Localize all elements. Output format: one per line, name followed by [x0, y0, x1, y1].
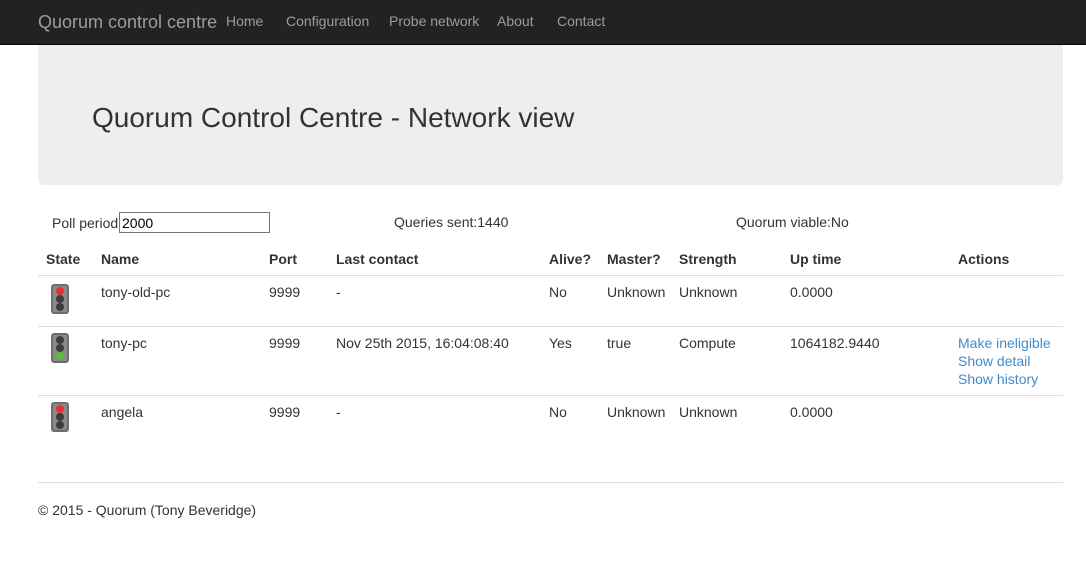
header-state: State — [46, 251, 81, 267]
row-master: Unknown — [607, 284, 666, 300]
row-divider — [38, 395, 1063, 396]
row-last-contact: - — [336, 404, 341, 420]
jumbotron: Quorum Control Centre - Network view — [38, 45, 1063, 185]
header-actions: Actions — [958, 251, 1010, 267]
header-up-time: Up time — [790, 251, 842, 267]
poll-period-input[interactable] — [119, 212, 270, 233]
quorum-viable: Quorum viable:No — [736, 214, 849, 230]
row-divider — [38, 326, 1063, 327]
row-name: angela — [101, 404, 144, 420]
row-strength: Unknown — [679, 284, 738, 300]
row-name: tony-pc — [101, 335, 147, 351]
show-history-link[interactable]: Show history — [958, 371, 1038, 387]
header-alive: Alive? — [549, 251, 592, 267]
header-master: Master? — [607, 251, 661, 267]
row-uptime: 1064182.9440 — [790, 335, 880, 351]
header-strength: Strength — [679, 251, 737, 267]
brand-link[interactable]: Quorum control centre — [38, 12, 217, 32]
row-last-contact: - — [336, 284, 341, 300]
traffic-light-icon — [51, 402, 69, 432]
footer-text: © 2015 - Quorum (Tony Beveridge) — [38, 502, 257, 518]
header-port: Port — [269, 251, 297, 267]
row-port: 9999 — [269, 284, 301, 300]
header-last-contact: Last contact — [336, 251, 419, 267]
nav-about[interactable]: About — [497, 13, 534, 29]
page-title: Quorum Control Centre - Network view — [92, 102, 575, 133]
nav-probe-network[interactable]: Probe network — [389, 13, 479, 29]
row-port: 9999 — [269, 335, 301, 351]
show-detail-link[interactable]: Show detail — [958, 353, 1030, 369]
make-ineligible-link[interactable]: Make ineligible — [958, 335, 1051, 351]
header-name: Name — [101, 251, 140, 267]
row-master: Unknown — [607, 404, 666, 420]
footer-divider — [38, 482, 1063, 483]
row-alive: No — [549, 404, 567, 420]
row-uptime: 0.0000 — [790, 284, 833, 300]
nav-configuration[interactable]: Configuration — [286, 13, 369, 29]
traffic-light-icon — [51, 284, 69, 314]
row-port: 9999 — [269, 404, 301, 420]
header-divider — [38, 275, 1063, 276]
nav-contact[interactable]: Contact — [557, 13, 605, 29]
traffic-light-icon — [51, 333, 69, 363]
row-name: tony-old-pc — [101, 284, 171, 300]
row-alive: Yes — [549, 335, 572, 351]
row-uptime: 0.0000 — [790, 404, 833, 420]
poll-period-label: Poll period: — [52, 215, 123, 231]
row-strength: Compute — [679, 335, 736, 351]
row-last-contact: Nov 25th 2015, 16:04:08:40 — [336, 335, 509, 351]
navbar: Quorum control centre Home Configuration… — [0, 0, 1086, 45]
row-alive: No — [549, 284, 567, 300]
row-master: true — [607, 335, 632, 351]
nav-home[interactable]: Home — [226, 13, 263, 29]
queries-sent: Queries sent:1440 — [394, 214, 509, 230]
row-strength: Unknown — [679, 404, 738, 420]
